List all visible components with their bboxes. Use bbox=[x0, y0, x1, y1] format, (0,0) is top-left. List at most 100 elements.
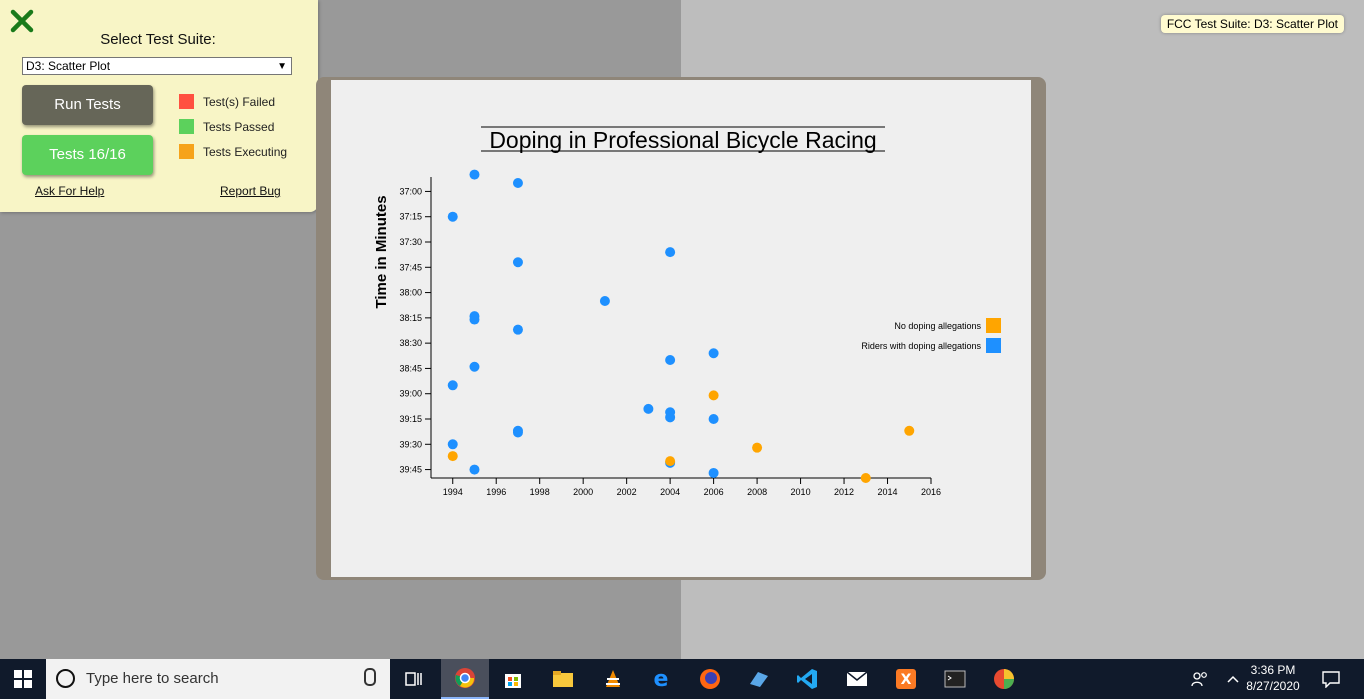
cortana-icon bbox=[56, 669, 75, 688]
chart-title: Doping in Professional Bicycle Racing bbox=[489, 127, 876, 153]
y-tick-label: 37:30 bbox=[399, 237, 422, 247]
y-tick-label: 39:30 bbox=[399, 439, 422, 449]
data-point bbox=[665, 412, 676, 423]
fcc-test-panel: Select Test Suite: D3: Scatter Plot ▼ Ru… bbox=[0, 0, 318, 212]
data-point bbox=[860, 473, 871, 483]
axes: 1994 1996 1998 2000 2002 2004 2006 2008 2010 2012… bbox=[399, 177, 941, 497]
data-point bbox=[904, 425, 915, 436]
taskbar-search[interactable]: Type here to search bbox=[46, 659, 390, 699]
run-tests-button[interactable]: Run Tests bbox=[22, 85, 153, 125]
y-tick-label: 39:15 bbox=[399, 414, 422, 424]
file-explorer-icon[interactable] bbox=[546, 659, 580, 699]
taskbar-clock[interactable]: 3:36 PM 8/27/2020 bbox=[1238, 662, 1308, 694]
x-tick-label: 2006 bbox=[704, 487, 724, 497]
legend-swatch bbox=[986, 318, 1001, 333]
legend-executing-label: Tests Executing bbox=[203, 144, 288, 159]
windows-icon bbox=[14, 670, 32, 688]
clock-date: 8/27/2020 bbox=[1246, 679, 1300, 693]
chrome-icon[interactable] bbox=[441, 659, 489, 699]
executing-swatch bbox=[179, 144, 194, 159]
suite-select-value: D3: Scatter Plot bbox=[26, 59, 111, 73]
x-tick-label: 2016 bbox=[921, 487, 941, 497]
legend-label: No doping allegations bbox=[894, 321, 981, 331]
ask-for-help-link[interactable]: Ask For Help bbox=[35, 184, 104, 198]
people-icon[interactable] bbox=[1186, 659, 1214, 699]
y-tick-label: 37:00 bbox=[399, 186, 422, 196]
data-point bbox=[665, 355, 676, 365]
x-tick-label: 2008 bbox=[747, 487, 767, 497]
search-placeholder: Type here to search bbox=[86, 670, 219, 687]
vscode-icon[interactable] bbox=[790, 659, 824, 699]
y-tick-label: 38:15 bbox=[399, 313, 422, 323]
data-points bbox=[447, 169, 915, 483]
mail-icon[interactable] bbox=[840, 659, 874, 699]
select-suite-label: Select Test Suite: bbox=[100, 31, 216, 48]
legend-failed-label: Test(s) Failed bbox=[203, 94, 276, 109]
legend-swatch bbox=[986, 338, 1001, 353]
data-point bbox=[447, 211, 458, 222]
xampp-icon[interactable]: X bbox=[889, 659, 923, 699]
data-point bbox=[665, 456, 676, 467]
data-point bbox=[447, 451, 458, 462]
passed-swatch bbox=[179, 119, 194, 134]
clock-time: 3:36 PM bbox=[1250, 663, 1296, 677]
data-point bbox=[708, 414, 719, 424]
tests-result-button[interactable]: Tests 16/16 bbox=[22, 135, 153, 175]
microphone-icon[interactable] bbox=[364, 668, 376, 686]
device-icon[interactable] bbox=[742, 659, 776, 699]
start-button[interactable] bbox=[0, 659, 46, 699]
data-point bbox=[708, 467, 719, 478]
taskbar: Type here to search e X 3:36 PM 8/27/202… bbox=[0, 659, 1364, 699]
x-tick-label: 1998 bbox=[530, 487, 550, 497]
report-bug-link[interactable]: Report Bug bbox=[220, 184, 281, 198]
y-tick-label: 39:00 bbox=[399, 389, 422, 399]
firefox-icon[interactable] bbox=[693, 659, 727, 699]
data-point bbox=[752, 442, 763, 453]
x-tick-label: 2012 bbox=[834, 487, 854, 497]
legend-executing: Tests Executing bbox=[179, 144, 287, 159]
task-view-icon[interactable] bbox=[396, 659, 432, 699]
data-point bbox=[708, 390, 719, 401]
y-axis-label: Time in Minutes bbox=[373, 195, 390, 308]
data-point bbox=[447, 439, 458, 450]
app-icon[interactable] bbox=[987, 659, 1021, 699]
y-tick-label: 37:15 bbox=[399, 212, 422, 222]
chevron-down-icon: ▼ bbox=[277, 61, 287, 72]
data-point bbox=[469, 169, 480, 180]
chart-frame: Doping in Professional Bicycle Racing Ti… bbox=[316, 77, 1046, 580]
data-point bbox=[665, 247, 676, 258]
x-tick-label: 1994 bbox=[443, 487, 463, 497]
data-point bbox=[469, 361, 480, 372]
data-point bbox=[447, 380, 458, 391]
terminal-icon[interactable] bbox=[938, 659, 972, 699]
edge-icon[interactable]: e bbox=[644, 659, 678, 699]
chart-legend: No doping allegations Riders with doping … bbox=[861, 318, 1001, 353]
y-tick-label: 38:00 bbox=[399, 288, 422, 298]
data-point bbox=[469, 464, 480, 475]
legend-failed: Test(s) Failed bbox=[179, 94, 275, 109]
suite-badge: FCC Test Suite: D3: Scatter Plot bbox=[1160, 15, 1344, 33]
data-point bbox=[708, 348, 719, 359]
legend-label: Riders with doping allegations bbox=[861, 341, 981, 351]
svg-text:X: X bbox=[901, 672, 912, 688]
y-tick-label: 38:45 bbox=[399, 363, 422, 373]
data-point bbox=[469, 314, 480, 325]
x-tick-label: 2000 bbox=[573, 487, 593, 497]
data-point bbox=[643, 403, 654, 414]
suite-select[interactable]: D3: Scatter Plot ▼ bbox=[22, 57, 292, 75]
data-point bbox=[512, 257, 523, 268]
store-icon[interactable] bbox=[496, 659, 530, 699]
notification-icon[interactable] bbox=[1316, 659, 1346, 699]
legend-passed: Tests Passed bbox=[179, 119, 274, 134]
svg-text:e: e bbox=[654, 668, 669, 690]
data-point bbox=[599, 296, 610, 306]
data-point bbox=[512, 427, 523, 438]
y-tick-label: 37:45 bbox=[399, 262, 422, 272]
x-tick-label: 1996 bbox=[486, 487, 506, 497]
x-tick-label: 2002 bbox=[617, 487, 637, 497]
scatter-plot: Doping in Professional Bicycle Racing Ti… bbox=[373, 126, 1001, 497]
data-point bbox=[512, 324, 523, 335]
x-tick-label: 2010 bbox=[791, 487, 811, 497]
legend-passed-label: Tests Passed bbox=[203, 119, 275, 134]
vlc-icon[interactable] bbox=[596, 659, 630, 699]
